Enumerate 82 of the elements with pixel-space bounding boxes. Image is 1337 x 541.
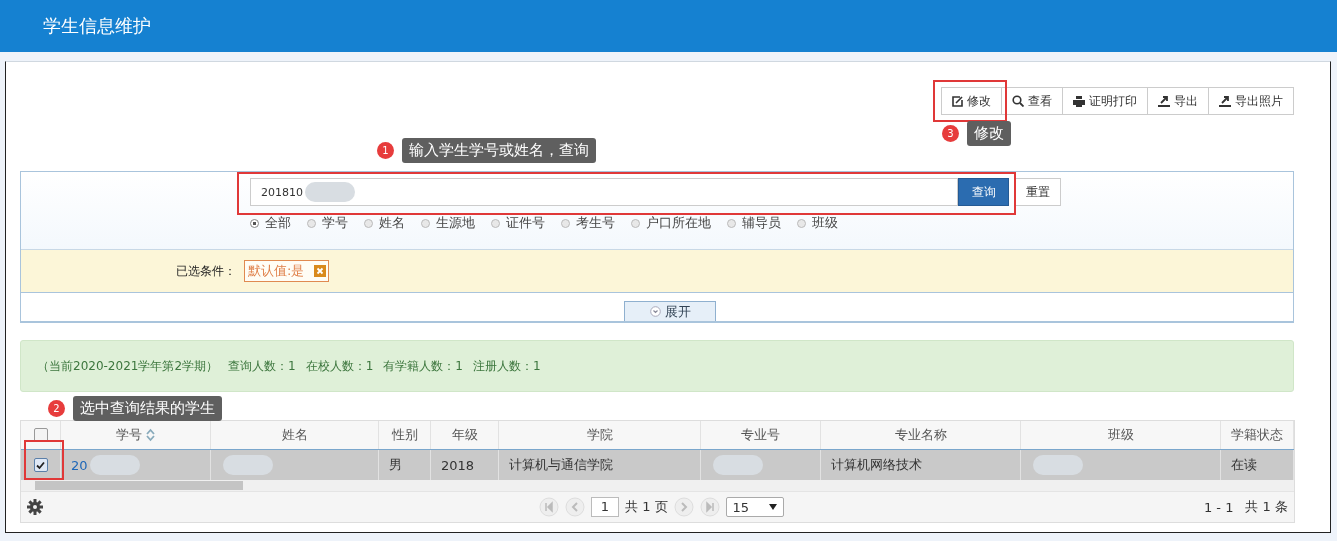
reset-button[interactable]: 重置: [1015, 178, 1061, 206]
toolbar-button[interactable]: 查看: [1001, 87, 1063, 115]
callout-tooltip: 修改: [967, 121, 1011, 146]
radio-option[interactable]: 生源地: [421, 214, 475, 232]
edit-icon: [952, 95, 963, 107]
toolbar-button[interactable]: 证明打印: [1062, 87, 1148, 115]
radio-label: 考生号: [576, 214, 615, 232]
search-icon: [1012, 95, 1024, 107]
page-input[interactable]: 1: [591, 497, 619, 517]
close-icon[interactable]: [314, 265, 327, 277]
column-header[interactable]: 学院: [499, 421, 701, 449]
radio-option[interactable]: 全部: [250, 214, 291, 232]
next-page-icon[interactable]: [673, 497, 694, 517]
radio-button[interactable]: [364, 218, 373, 228]
table-cell: 2018: [441, 457, 475, 473]
previous-page-icon[interactable]: [565, 497, 585, 517]
radio-label: 班级: [812, 214, 838, 232]
radio-label: 全部: [265, 214, 291, 232]
table-cell: 计算机与通信学院: [509, 456, 613, 474]
radio-option[interactable]: 考生号: [561, 214, 615, 232]
column-header[interactable]: 班级: [1021, 421, 1221, 449]
column-header[interactable]: 年级: [431, 421, 499, 449]
table-cell: 计算机网络技术: [831, 456, 922, 474]
radio-button[interactable]: [491, 218, 500, 228]
radio-button[interactable]: [250, 218, 259, 228]
count-label: 有学籍人数：1: [383, 357, 463, 375]
radio-option[interactable]: 学号: [307, 214, 348, 232]
toolbar-button[interactable]: 修改: [941, 87, 1002, 115]
radio-label: 学号: [322, 214, 348, 232]
page-size-select[interactable]: 15: [725, 497, 784, 517]
radio-button[interactable]: [631, 218, 640, 228]
radio-label: 证件号: [506, 214, 545, 232]
settings-icon[interactable]: [27, 499, 43, 515]
chevron-down-icon: [649, 306, 661, 317]
radio-button[interactable]: [421, 218, 430, 228]
page-count: 共 1 页: [625, 498, 668, 516]
student-id-link[interactable]: 20: [71, 457, 88, 473]
query-button[interactable]: 查询: [958, 178, 1009, 206]
table-cell: 在读: [1231, 456, 1257, 474]
dropdown-icon: [768, 504, 777, 510]
radio-button[interactable]: [797, 218, 806, 228]
record-total: 共 1 条: [1245, 498, 1288, 516]
table-cell: 男: [389, 456, 402, 474]
first-page-icon[interactable]: [539, 497, 559, 517]
export-icon: [1158, 95, 1170, 107]
radio-option[interactable]: 姓名: [364, 214, 405, 232]
column-header[interactable]: 专业号: [701, 421, 821, 449]
scrollbar-thumb[interactable]: [35, 481, 243, 490]
radio-label: 辅导员: [742, 214, 781, 232]
radio-label: 生源地: [436, 214, 475, 232]
count-label: 在校人数：1: [305, 357, 374, 375]
count-label: 注册人数：1: [472, 357, 541, 375]
radio-button[interactable]: [307, 218, 316, 228]
checkbox[interactable]: [33, 458, 48, 472]
search-field[interactable]: 201810: [250, 178, 958, 206]
radio-button[interactable]: [561, 218, 570, 228]
column-header[interactable]: 专业名称: [821, 421, 1021, 449]
condition-label: 已选条件：: [176, 262, 236, 280]
count-label: 查询人数：1: [228, 357, 296, 375]
sort-icon[interactable]: [146, 428, 155, 442]
radio-option[interactable]: 证件号: [491, 214, 545, 232]
radio-option[interactable]: 辅导员: [727, 214, 781, 232]
last-page-icon[interactable]: [699, 497, 720, 517]
record-range: 1 - 1: [1203, 499, 1234, 515]
radio-label: 姓名: [379, 214, 405, 232]
expand-tab[interactable]: 展开: [624, 301, 716, 321]
column-header[interactable]: 性别: [379, 421, 431, 449]
radio-button[interactable]: [727, 218, 736, 228]
callout-tooltip: 输入学生学号或姓名，查询: [402, 138, 596, 163]
table-row[interactable]: 20 男 2018 计算机与通信学院 计算机网络技术 在读: [21, 450, 1294, 480]
printer-icon: [1073, 95, 1085, 107]
toolbar-button[interactable]: 导出照片: [1208, 87, 1294, 115]
term-label: （当前2020-2021学年第2学期）: [37, 357, 219, 375]
radio-label: 户口所在地: [646, 214, 711, 232]
column-header[interactable]: 学籍状态: [1221, 421, 1294, 449]
radio-option[interactable]: 班级: [797, 214, 838, 232]
export-icon: [1219, 95, 1231, 107]
radio-option[interactable]: 户口所在地: [631, 214, 711, 232]
highlight-frame: [24, 440, 64, 480]
toolbar-button[interactable]: 导出: [1147, 87, 1209, 115]
callout-tooltip: 选中查询结果的学生: [73, 396, 222, 421]
page-title: 学生信息维护: [43, 14, 151, 38]
